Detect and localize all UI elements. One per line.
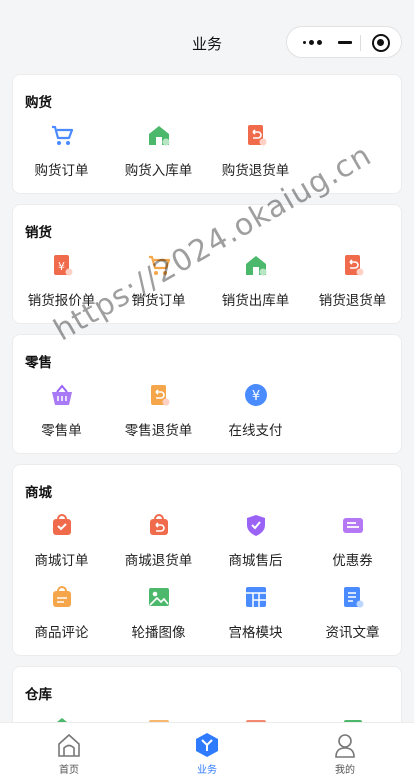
section-grid: 购货订单 购货入库单 购货退货单 [13,113,401,193]
svg-text:¥: ¥ [58,260,65,273]
menu-item[interactable]: 商城订单 [13,503,110,575]
return-bag-icon [147,513,171,537]
section-title: 销货 [25,225,52,240]
return-doc-icon [341,253,365,277]
menu-item[interactable]: 商品评论 [13,575,110,647]
menu-item[interactable]: 销货订单 [110,243,207,315]
more-icon[interactable] [303,40,322,45]
menu-item-label: 商城退货单 [124,553,193,568]
menu-item[interactable]: 购货订单 [13,113,110,185]
section-title: 购货 [25,95,52,110]
shield-check-icon [244,513,268,537]
menu-item[interactable]: 轮播图像 [110,575,207,647]
section-purchase: 购货 购货订单 购货入库单 购货退货单 [12,74,402,194]
menu-item[interactable]: 销货出库单 [207,243,304,315]
return-doc-icon [244,123,268,147]
menu-item-label: 在线支付 [228,423,283,438]
tab-home[interactable]: 首页 [0,723,138,780]
cart-icon [147,253,171,277]
menu-item[interactable]: 宫格模块 [207,575,304,647]
home-icon [58,733,80,757]
menu-item[interactable]: ¥ 在线支付 [207,373,304,445]
menu-item[interactable]: 资讯文章 [304,575,401,647]
coupon-icon [341,513,365,537]
menu-item-label: 零售单 [41,423,82,438]
warehouse-in-icon [147,123,171,147]
sections-container: 购货 购货订单 购货入库单 购货退货单 销货 ¥ 销货报价单 销货订单 销货出库单… [12,74,402,756]
menu-item[interactable]: 购货退货单 [207,113,304,185]
tab-bar: 首页 业务 我的 [0,722,414,780]
return-doc-icon [147,383,171,407]
menu-item-label: 购货退货单 [221,163,290,178]
menu-item-label: 宫格模块 [228,625,283,640]
menu-item-label: 优惠券 [332,553,373,568]
cart-icon [50,123,74,147]
tab-label: 首页 [59,765,79,776]
comment-bag-icon [50,585,74,609]
menu-item-label: 商城订单 [34,553,89,568]
menu-item-label: 商品评论 [34,625,89,640]
svg-text:¥: ¥ [251,389,259,404]
tab-label: 业务 [197,765,217,776]
menu-item-label: 销货退货单 [318,293,387,308]
menu-item[interactable]: 商城退货单 [110,503,207,575]
menu-item-label: 销货订单 [131,293,186,308]
shopping-bag-icon [50,513,74,537]
grid-module-icon [244,585,268,609]
menu-item[interactable]: 商城售后 [207,503,304,575]
section-title: 商城 [25,485,52,500]
menu-item[interactable]: 优惠券 [304,503,401,575]
menu-item-label: 零售退货单 [124,423,193,438]
menu-item-label: 销货出库单 [221,293,290,308]
basket-icon [50,383,74,407]
menu-item-label: 轮播图像 [131,625,186,640]
section-sales: 销货 ¥ 销货报价单 销货订单 销货出库单 销货退货单 [12,204,402,324]
menu-item-label: 购货订单 [34,163,89,178]
section-grid: ¥ 销货报价单 销货订单 销货出库单 销货退货单 [13,243,401,323]
image-icon [147,585,171,609]
warehouse-out-icon [244,253,268,277]
section-mall: 商城 商城订单 商城退货单 商城售后 优惠券 商品评论 轮播图像 宫格模块 资讯… [12,464,402,656]
section-grid: 商城订单 商城退货单 商城售后 优惠券 商品评论 轮播图像 宫格模块 资讯文章 [13,503,401,655]
menu-capsule [286,26,402,58]
record-icon[interactable] [372,34,390,52]
section-grid: 零售单 零售退货单 ¥ 在线支付 [13,373,401,453]
menu-item-label: 资讯文章 [325,625,380,640]
menu-item[interactable]: 购货入库单 [110,113,207,185]
menu-item-label: 销货报价单 [27,293,96,308]
business-icon [196,733,218,757]
yen-coin-icon: ¥ [244,383,268,407]
menu-item[interactable]: 零售退货单 [110,373,207,445]
menu-item[interactable]: 销货退货单 [304,243,401,315]
tab-label: 我的 [335,765,355,776]
section-title: 仓库 [25,687,52,702]
menu-item[interactable]: ¥ 销货报价单 [13,243,110,315]
section-title: 零售 [25,355,52,370]
tab-mine[interactable]: 我的 [276,723,414,780]
menu-item-label: 商城售后 [228,553,283,568]
tab-business[interactable]: 业务 [138,723,276,780]
menu-item-label: 购货入库单 [124,163,193,178]
menu-item[interactable]: 零售单 [13,373,110,445]
nav-header: 业务 [0,0,414,82]
minimize-icon[interactable] [338,41,352,44]
section-retail: 零售 零售单 零售退货单 ¥ 在线支付 [12,334,402,454]
user-icon [335,734,355,758]
article-icon [341,585,365,609]
quote-doc-icon: ¥ [50,253,74,277]
